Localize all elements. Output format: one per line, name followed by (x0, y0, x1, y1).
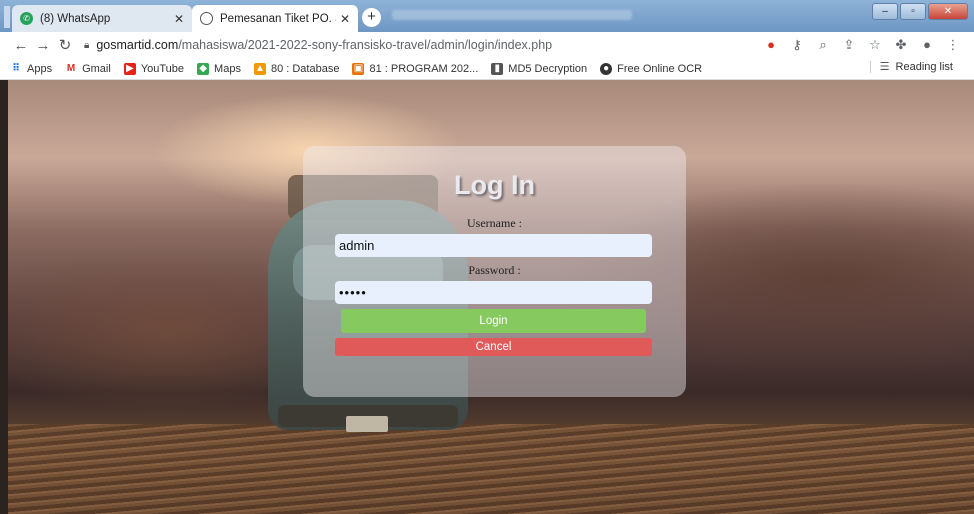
browser-titlebar: ✆ (8) WhatsApp ✕ Pemesanan Tiket PO. SUM… (0, 0, 974, 32)
page-background: Log In Username : Password : Login Cance… (8, 80, 974, 514)
username-label: Username : (467, 216, 522, 230)
bookmark-apps[interactable]: ⠿ Apps (10, 62, 53, 75)
bookmark-label: 81 : PROGRAM 202... (369, 62, 479, 75)
bookmark-database[interactable]: ▲ 80 : Database (253, 62, 340, 75)
share-icon[interactable]: ⇪ (842, 37, 856, 53)
tab-title: Pemesanan Tiket PO. SUMBA PU (220, 12, 336, 25)
bus-plate (346, 416, 388, 432)
minimize-button[interactable]: – (872, 3, 898, 20)
reading-list-icon: ☰ (879, 61, 890, 73)
reading-list-label: Reading list (895, 61, 953, 73)
database-icon: ▲ (253, 62, 266, 75)
key-icon[interactable]: ⚷ (790, 37, 804, 53)
bookmark-program[interactable]: ▣ 81 : PROGRAM 202... (352, 62, 479, 75)
window-controls: – ▫ ✕ (872, 3, 968, 20)
login-title: Log In (454, 170, 535, 200)
bookmark-label: 80 : Database (270, 62, 340, 75)
bookmark-label: Maps (214, 62, 241, 75)
apps-grid-icon: ⠿ (10, 62, 22, 75)
youtube-icon: ▶ (123, 62, 136, 75)
gmail-icon: M (66, 62, 76, 74)
toolbar-icons: ● ⚷ ⌕ ⇪ ☆ ✤ ● ⋮ (764, 37, 960, 53)
bookmark-gmail[interactable]: M Gmail (65, 63, 111, 75)
tab-close-icon[interactable]: ✕ (340, 12, 350, 26)
bookmark-md5[interactable]: ▮ MD5 Decryption (491, 62, 588, 75)
reading-list-button[interactable]: ☰ Reading list (869, 61, 953, 73)
wooden-ground (8, 424, 974, 514)
bookmark-youtube[interactable]: ▶ YouTube (123, 62, 185, 75)
lock-icon[interactable]: 🔒︎ (84, 40, 89, 51)
reload-icon[interactable]: ↻ (54, 36, 76, 54)
address-host: gosmartid.com (96, 38, 179, 52)
bookmark-label: Apps (27, 62, 53, 75)
program-icon: ▣ (352, 62, 365, 75)
address-path: /mahasiswa/2021-2022-sony-fransisko-trav… (178, 38, 553, 52)
blocked-content-icon[interactable]: ● (764, 37, 778, 53)
cancel-button[interactable]: Cancel (335, 338, 652, 356)
extensions-icon[interactable]: ✤ (894, 37, 908, 53)
bookmark-ocr[interactable]: ● Free Online OCR (600, 62, 703, 75)
login-button[interactable]: Login (341, 309, 646, 333)
password-input[interactable] (335, 281, 652, 304)
blurred-window-title (392, 10, 632, 20)
bookmark-label: Gmail (82, 62, 111, 75)
password-label: Password : (468, 263, 521, 277)
login-panel: Log In Username : Password : Login Cance… (303, 146, 686, 397)
window-edge (4, 6, 10, 28)
tab-pemesanan-tiket[interactable]: Pemesanan Tiket PO. SUMBA PU ✕ (192, 5, 358, 32)
forward-icon[interactable]: → (32, 37, 54, 54)
whatsapp-icon: ✆ (20, 12, 33, 25)
tab-whatsapp[interactable]: ✆ (8) WhatsApp ✕ (12, 5, 192, 32)
bookmarks-bar: ⠿ Apps M Gmail ▶ YouTube ◆ Maps ▲ 80 : Databa… (0, 58, 974, 80)
globe-icon (200, 12, 213, 25)
tab-close-icon[interactable]: ✕ (174, 12, 184, 26)
maps-icon: ◆ (197, 62, 210, 75)
zoom-icon[interactable]: ⌕ (816, 37, 830, 53)
browser-toolbar: ← → ↻ 🔒︎ gosmartid.com/mahasiswa/2021-20… (0, 32, 974, 58)
tab-title: (8) WhatsApp (40, 12, 111, 25)
new-tab-button[interactable]: + (362, 8, 381, 27)
bookmark-label: MD5 Decryption (508, 62, 588, 75)
menu-icon[interactable]: ⋮ (946, 37, 960, 53)
bookmark-label: Free Online OCR (617, 62, 703, 75)
profile-icon[interactable]: ● (920, 37, 934, 53)
username-input[interactable] (335, 234, 652, 257)
bookmark-label: YouTube (140, 62, 185, 75)
ocr-icon: ● (600, 62, 613, 75)
back-icon[interactable]: ← (10, 37, 32, 54)
maximize-button[interactable]: ▫ (900, 3, 926, 20)
bookmark-maps[interactable]: ◆ Maps (197, 62, 241, 75)
bookmark-star-icon[interactable]: ☆ (868, 37, 882, 53)
md5-icon: ▮ (491, 62, 504, 75)
address-bar[interactable]: 🔒︎ gosmartid.com/mahasiswa/2021-2022-son… (84, 38, 764, 52)
close-window-button[interactable]: ✕ (928, 3, 968, 20)
